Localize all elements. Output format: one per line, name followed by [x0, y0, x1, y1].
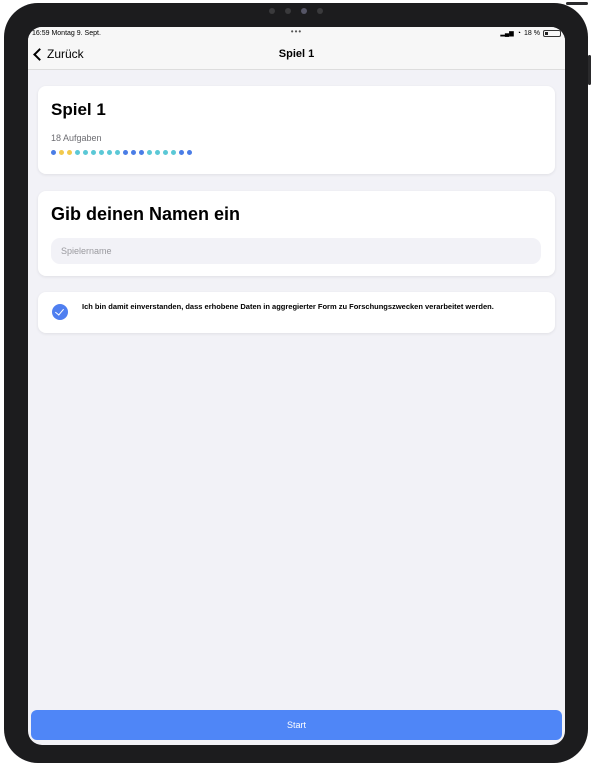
status-bar: 16:59 Montag 9. Sept. ••• ▂▄▆ ◔ 18 % — [28, 27, 565, 39]
task-dot — [179, 150, 184, 155]
player-name-input[interactable] — [51, 238, 541, 264]
task-count: 18 Aufgaben — [51, 133, 102, 143]
game-title: Spiel 1 — [51, 100, 106, 119]
power-button — [566, 2, 588, 5]
chevron-left-icon — [33, 47, 46, 61]
task-dot — [83, 150, 88, 155]
battery-icon — [543, 29, 561, 37]
task-dot — [51, 150, 56, 155]
navigation-bar: Zurück Spiel 1 — [28, 39, 565, 70]
task-dot — [163, 150, 168, 155]
task-dot — [75, 150, 80, 155]
task-dot — [155, 150, 160, 155]
page-title: Spiel 1 — [278, 48, 315, 60]
name-card: Gib deinen Namen ein — [38, 191, 555, 276]
task-dot — [139, 150, 144, 155]
camera-bar — [0, 8, 592, 14]
multitask-dots-icon[interactable]: ••• — [28, 27, 565, 36]
game-card: Spiel 1 18 Aufgaben — [38, 86, 555, 174]
task-dot — [123, 150, 128, 155]
task-dot — [187, 150, 192, 155]
task-dot — [147, 150, 152, 155]
consent-checkbox[interactable] — [52, 304, 68, 320]
task-dot — [99, 150, 104, 155]
back-label: Zurück — [47, 47, 84, 61]
task-dot — [107, 150, 112, 155]
consent-card[interactable]: Ich bin damit einverstanden, dass erhobe… — [38, 292, 555, 333]
start-button[interactable]: Start — [31, 710, 562, 740]
task-dot — [67, 150, 72, 155]
task-dot — [115, 150, 120, 155]
task-dot — [131, 150, 136, 155]
task-dot — [171, 150, 176, 155]
consent-text: Ich bin damit einverstanden, dass erhobe… — [82, 302, 494, 311]
task-dot — [91, 150, 96, 155]
volume-button — [588, 55, 591, 85]
task-progress-dots — [51, 150, 192, 155]
screen: 16:59 Montag 9. Sept. ••• ▂▄▆ ◔ 18 % Zur… — [28, 27, 565, 745]
name-heading: Gib deinen Namen ein — [51, 204, 241, 224]
back-button[interactable]: Zurück — [32, 39, 84, 69]
task-dot — [59, 150, 64, 155]
